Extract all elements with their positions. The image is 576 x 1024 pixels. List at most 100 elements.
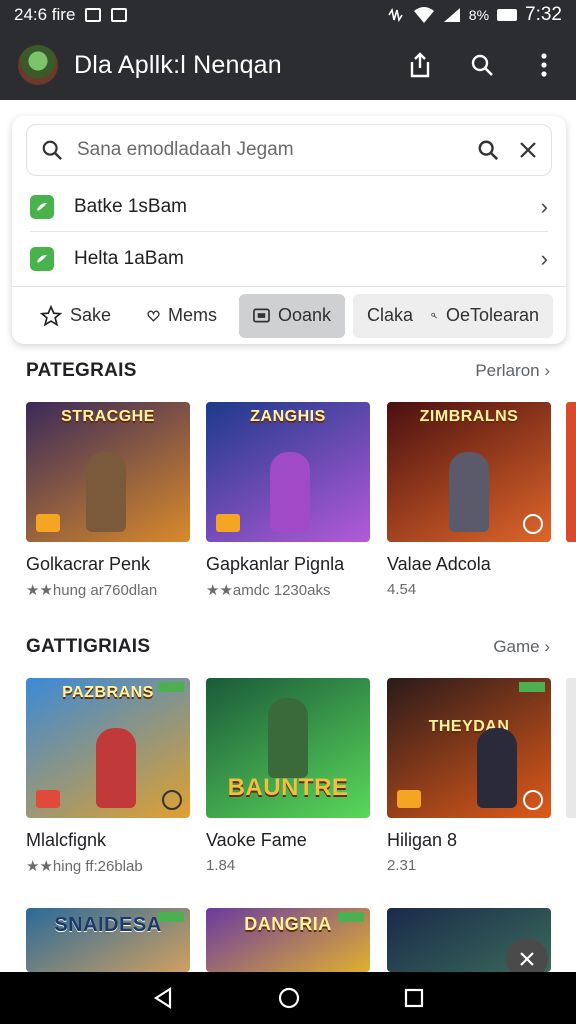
game-card[interactable]: STRACGHE Golkacrar Penk ★★hung ar760dlan bbox=[26, 402, 190, 599]
game-thumbnail: BAUNTRE bbox=[206, 678, 370, 818]
game-card[interactable]: ZIMBRALNS Valae Adcola 4.54 bbox=[387, 402, 551, 598]
mail-icon bbox=[85, 8, 102, 22]
badge-icon bbox=[36, 790, 60, 808]
filter-chips: Sake Mems Ooank Claka OeTolearan bbox=[12, 286, 566, 344]
search-icon bbox=[42, 140, 63, 161]
star-icon bbox=[40, 304, 62, 326]
image-icon bbox=[111, 8, 128, 22]
banner-text: THEYDAN bbox=[428, 718, 510, 735]
badge-icon bbox=[216, 514, 240, 532]
game-meta: ★★hing ff:26blab bbox=[26, 858, 143, 875]
game-thumbnail: SNAIDESA bbox=[26, 908, 190, 972]
close-icon bbox=[520, 952, 534, 966]
clock: 7:32 bbox=[525, 4, 562, 25]
game-title: Hiligan 8 bbox=[387, 830, 458, 850]
chip-label: Ooank bbox=[277, 305, 332, 325]
see-more-link[interactable]: Game › bbox=[493, 637, 550, 657]
game-thumbnail: PAZBRANS bbox=[26, 678, 190, 818]
game-title: Vaoke Fame bbox=[206, 830, 307, 850]
banner-text: ZANGHIS bbox=[250, 408, 326, 425]
search-button[interactable] bbox=[468, 51, 496, 79]
badge-icon bbox=[36, 514, 60, 532]
game-meta: 1.84 bbox=[206, 857, 236, 874]
game-thumbnail: ZIMBRALNS bbox=[387, 402, 551, 542]
link-icon bbox=[431, 312, 437, 318]
green-tag-icon bbox=[30, 194, 54, 219]
game-thumbnail: THEYDAN bbox=[387, 678, 551, 818]
info-icon bbox=[162, 790, 182, 810]
search-panel: Sana emodladaah Jegam Batke 1sBam › Helt… bbox=[12, 116, 566, 344]
game-meta: ★★hung ar760dlan bbox=[26, 582, 158, 599]
suggestion-item[interactable]: Batke 1sBam › bbox=[30, 182, 548, 232]
more-vert-icon bbox=[541, 53, 547, 77]
game-thumbnail: DANGRIA bbox=[206, 908, 370, 972]
section-title: GATTIGRIAIS bbox=[26, 636, 151, 657]
chip-label: Mems bbox=[168, 305, 218, 325]
app-title: Dla Apllk:l Nenqan bbox=[74, 50, 282, 79]
more-options-button[interactable] bbox=[530, 51, 558, 79]
chip-sake[interactable]: Sake bbox=[26, 294, 125, 338]
suggestion-item[interactable]: Helta 1aBam › bbox=[30, 234, 548, 284]
status-left-text: 24:6 fire bbox=[14, 5, 76, 24]
game-card[interactable]: THEYDAN Hiligan 8 2.31 bbox=[387, 678, 551, 874]
banner-text: BAUNTRE bbox=[227, 774, 349, 801]
system-nav-bar bbox=[0, 972, 576, 1024]
chip-label: Sake bbox=[70, 305, 112, 325]
chip-label: Claka bbox=[367, 305, 414, 325]
game-meta: ★★amdc 1230aks bbox=[206, 582, 331, 599]
see-more-link[interactable]: Perlaron › bbox=[475, 361, 550, 381]
green-tag-icon bbox=[30, 247, 54, 271]
signal-icon bbox=[443, 8, 460, 22]
search-submit-icon[interactable] bbox=[477, 139, 499, 161]
suggestion-label: Batke 1sBam bbox=[74, 195, 187, 217]
search-input[interactable]: Sana emodladaah Jegam bbox=[26, 124, 552, 176]
share-icon bbox=[410, 52, 430, 78]
chip-ooank[interactable]: Ooank bbox=[239, 293, 346, 338]
share-button[interactable] bbox=[406, 51, 434, 79]
game-card[interactable]: BAUNTRE Vaoke Fame 1.84 bbox=[206, 678, 370, 874]
banner-text: STRACGHE bbox=[61, 408, 155, 425]
chip-label: OeTolearan bbox=[445, 305, 540, 325]
section-header: GATTIGRIAIS Game › bbox=[26, 636, 550, 658]
game-title: Mlalcfignk bbox=[26, 830, 107, 850]
game-card[interactable]: PAZBRANS Mlalcfignk ★★hing ff:26blab bbox=[26, 678, 190, 875]
app-logo bbox=[18, 45, 58, 85]
game-thumbnail: STRACGHE bbox=[26, 402, 190, 542]
banner-text: PAZBRANS bbox=[62, 684, 154, 701]
info-icon bbox=[523, 790, 543, 810]
game-title: Valae Adcola bbox=[387, 554, 491, 574]
vibrate-icon bbox=[388, 7, 403, 23]
search-icon bbox=[471, 54, 493, 76]
banner-text: DANGRIA bbox=[244, 914, 332, 934]
chip-claka-group[interactable]: Claka OeTolearan bbox=[353, 293, 554, 338]
game-card[interactable]: ZANGHIS Gapkanlar Pignla ★★amdc 1230aks bbox=[206, 402, 370, 599]
game-meta: 4.54 bbox=[387, 581, 417, 598]
game-title: Golkacrar Penk bbox=[26, 554, 151, 574]
battery-icon bbox=[497, 9, 518, 21]
recents-icon[interactable] bbox=[404, 988, 424, 1008]
info-icon bbox=[523, 514, 543, 534]
cast-icon bbox=[253, 308, 270, 322]
clear-icon[interactable] bbox=[519, 141, 537, 159]
app-bar: Dla Apllk:l Nenqan bbox=[0, 30, 576, 100]
game-thumbnail: ZANGHIS bbox=[206, 402, 370, 542]
badge-icon bbox=[397, 790, 421, 808]
home-icon[interactable] bbox=[278, 987, 300, 1009]
next-card-peek[interactable] bbox=[566, 402, 576, 542]
chevron-right-icon: › bbox=[540, 193, 548, 219]
game-card[interactable]: DANGRIA bbox=[206, 908, 370, 972]
game-meta: 2.31 bbox=[387, 857, 417, 874]
banner-text: SNAIDESA bbox=[54, 914, 162, 936]
chip-mems[interactable]: Mems bbox=[133, 294, 231, 338]
chevron-right-icon: › bbox=[540, 246, 548, 271]
wifi-icon bbox=[413, 7, 434, 23]
next-card-peek[interactable] bbox=[566, 678, 576, 818]
status-bar: 24:6 fire 8% 7:32 bbox=[0, 0, 576, 30]
battery-text: 8% bbox=[468, 7, 490, 23]
back-icon[interactable] bbox=[152, 987, 174, 1009]
game-card[interactable]: SNAIDESA bbox=[26, 908, 190, 972]
banner-text: ZIMBRALNS bbox=[419, 408, 519, 425]
section-header: PATEGRAIS Perlaron › bbox=[26, 360, 550, 382]
heart-icon bbox=[147, 309, 160, 322]
search-query[interactable]: Sana emodladaah Jegam bbox=[77, 139, 477, 161]
